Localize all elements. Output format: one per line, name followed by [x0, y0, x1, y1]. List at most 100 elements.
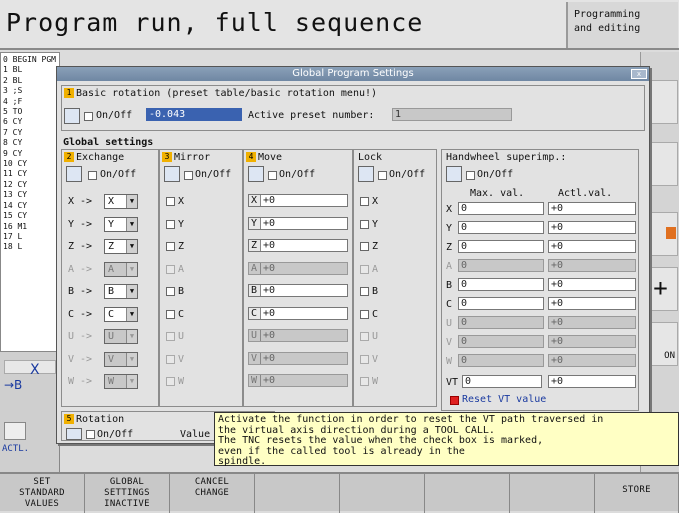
program-line[interactable]: 6 CY	[3, 117, 59, 127]
mode-label-1: Programming	[574, 9, 641, 20]
lock-axis-checkbox[interactable]	[360, 242, 369, 251]
softkey-label: CHANGE	[194, 488, 230, 498]
exchange-axis-label: Y ->	[68, 218, 93, 230]
handwheel-actual-value: +0	[548, 278, 636, 291]
mirror-axis-checkbox[interactable]	[166, 287, 175, 296]
chevron-down-icon: ▼	[126, 285, 137, 298]
move-axis-value: +0	[263, 307, 276, 319]
move-axis-label: W	[249, 375, 261, 386]
program-line[interactable]: 15 CY	[3, 211, 59, 221]
softkey-1[interactable]: SET STANDARD VALUES	[0, 474, 85, 513]
program-line[interactable]: 8 CY	[3, 138, 59, 148]
move-group: 4 Move On/Off X +0 Y +0 Z +0 A +0 B +0 C +0 U +0 V +0 W +0	[243, 149, 353, 407]
handwheel-max-input[interactable]: 0	[458, 297, 544, 310]
move-axis-label: U	[249, 330, 261, 341]
exchange-axis-label: U ->	[68, 331, 93, 342]
mirror-title: Mirror	[174, 152, 211, 163]
chevron-down-icon: ▼	[126, 195, 137, 208]
move-axis-input[interactable]: B +0	[248, 284, 348, 297]
mirror-axis-checkbox[interactable]	[166, 197, 175, 206]
softkey-2[interactable]: GLOBAL SETTINGS INACTIVE	[85, 474, 170, 513]
exchange-checkbox[interactable]	[88, 171, 97, 180]
program-line[interactable]: 13 CY	[3, 190, 59, 200]
lock-axis-label: Z	[372, 241, 379, 252]
lock-axis-label: C	[372, 308, 379, 320]
exchange-axis-select[interactable]: B ▼	[104, 284, 138, 299]
lock-axis-checkbox[interactable]	[360, 309, 369, 319]
lock-axis-label: U	[372, 331, 379, 342]
exchange-axis-label: A ->	[68, 263, 93, 275]
mirror-axis-label: W	[178, 376, 185, 387]
move-axis-input[interactable]: X +0	[248, 194, 348, 207]
program-line[interactable]: 4 ;F	[3, 97, 59, 107]
lock-axis-checkbox[interactable]	[360, 287, 369, 296]
softkey-3[interactable]: CANCEL CHANGE	[170, 474, 255, 513]
group-number-badge: 3	[162, 152, 172, 162]
rotation-checkbox[interactable]	[86, 430, 95, 439]
programming-mode-tab[interactable]: Programming and editing	[566, 2, 678, 48]
lock-axis-checkbox[interactable]	[360, 197, 369, 206]
lock-title: Lock	[358, 152, 383, 163]
handwheel-icon	[446, 166, 462, 182]
program-line[interactable]: 10 CY	[3, 159, 59, 169]
reset-vt-checkbox[interactable]	[450, 396, 459, 405]
softkey-6[interactable]	[425, 474, 510, 513]
mirror-axis-checkbox	[166, 377, 175, 386]
move-axis-input[interactable]: Y +0	[248, 216, 348, 230]
move-axis-input: V +0	[248, 351, 348, 365]
move-axis-label: V	[249, 352, 261, 364]
program-line[interactable]: 9 CY	[3, 149, 59, 159]
lock-axis-checkbox[interactable]	[360, 219, 369, 229]
move-axis-input: A +0	[248, 261, 348, 275]
mirror-axis-checkbox[interactable]	[166, 242, 175, 251]
exchange-axis-select: U ▼	[104, 329, 138, 344]
program-line[interactable]: 5 TO	[3, 107, 59, 117]
exchange-axis-select[interactable]: Y ▼	[104, 216, 138, 232]
program-line[interactable]: 0 BEGIN PGM wheelgirder MM	[3, 55, 59, 65]
program-listing[interactable]: 0 BEGIN PGM wheelgirder MM1 BL2 BL3 ;S4 …	[0, 52, 60, 352]
handwheel-max-input[interactable]: 0	[458, 202, 544, 215]
program-line[interactable]: 11 CY	[3, 169, 59, 179]
program-line[interactable]: 12 CY	[3, 180, 59, 190]
mirror-axis-checkbox[interactable]	[166, 309, 175, 319]
handwheel-max-input[interactable]: 0	[458, 278, 544, 291]
basic-rotation-checkbox[interactable]	[84, 112, 93, 121]
vt-max-input[interactable]: 0	[462, 375, 542, 388]
move-axis-input[interactable]: C +0	[248, 306, 348, 320]
vt-actual-value: +0	[548, 375, 636, 388]
exchange-axis-select[interactable]: C ▼	[104, 306, 138, 322]
program-line[interactable]: 14 CY	[3, 201, 59, 211]
mirror-checkbox[interactable]	[184, 171, 193, 180]
program-line[interactable]: 18 L	[3, 242, 59, 252]
handwheel-max-input[interactable]: 0	[458, 221, 544, 234]
program-line[interactable]: 3 ;S	[3, 86, 59, 96]
program-line[interactable]: 17 L	[3, 232, 59, 242]
move-checkbox[interactable]	[268, 171, 277, 180]
handwheel-checkbox[interactable]	[466, 171, 475, 180]
tooltip-line: The TNC resets the value when the check …	[218, 435, 544, 446]
softkey-label: INACTIVE	[104, 499, 150, 509]
chevron-down-icon: ▼	[126, 217, 137, 231]
program-line[interactable]: 7 CY	[3, 128, 59, 138]
title-bar: Program run, full sequence Programming a…	[0, 0, 679, 50]
mirror-axis-checkbox[interactable]	[166, 219, 175, 229]
program-line[interactable]: 16 M1	[3, 222, 59, 232]
program-line[interactable]: 1 BL	[3, 65, 59, 75]
move-axis-label: Y	[249, 217, 261, 229]
handwheel-actual-value: +0	[548, 221, 636, 234]
mirror-axis-checkbox	[166, 354, 175, 364]
exchange-axis-select[interactable]: X ▼	[104, 194, 138, 209]
softkey-7[interactable]	[510, 474, 595, 513]
lock-checkbox[interactable]	[378, 171, 387, 180]
program-line[interactable]: 2 BL	[3, 76, 59, 86]
handwheel-max-input[interactable]: 0	[458, 240, 544, 253]
softkey-5[interactable]	[340, 474, 425, 513]
softkey-8[interactable]: STORE	[595, 474, 679, 513]
softkey-4[interactable]	[255, 474, 340, 513]
basic-rotation-value-input[interactable]: -0.043	[146, 108, 242, 121]
move-axis-value: +0	[263, 240, 276, 251]
b-axis-label: →B	[4, 378, 23, 392]
exchange-axis-select[interactable]: Z ▼	[104, 239, 138, 254]
move-axis-input[interactable]: Z +0	[248, 239, 348, 252]
close-icon[interactable]: x	[631, 69, 647, 79]
